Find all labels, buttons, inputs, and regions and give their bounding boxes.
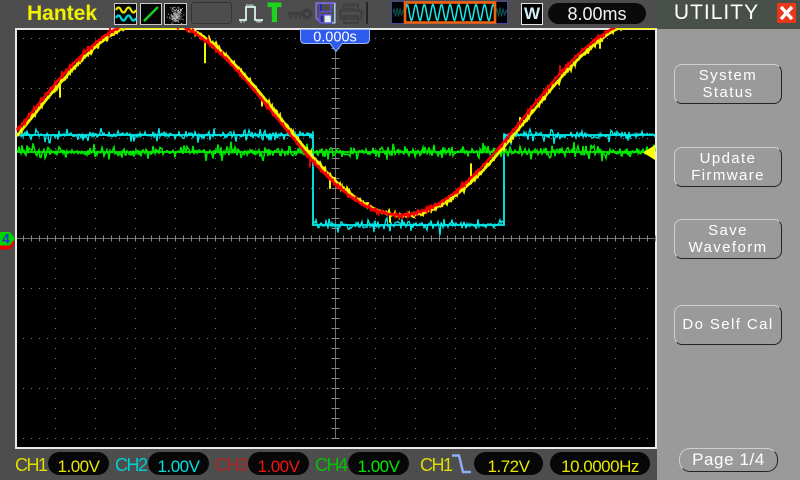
svg-text:0.000s: 0.000s <box>313 30 357 46</box>
svg-text:4: 4 <box>2 231 10 247</box>
